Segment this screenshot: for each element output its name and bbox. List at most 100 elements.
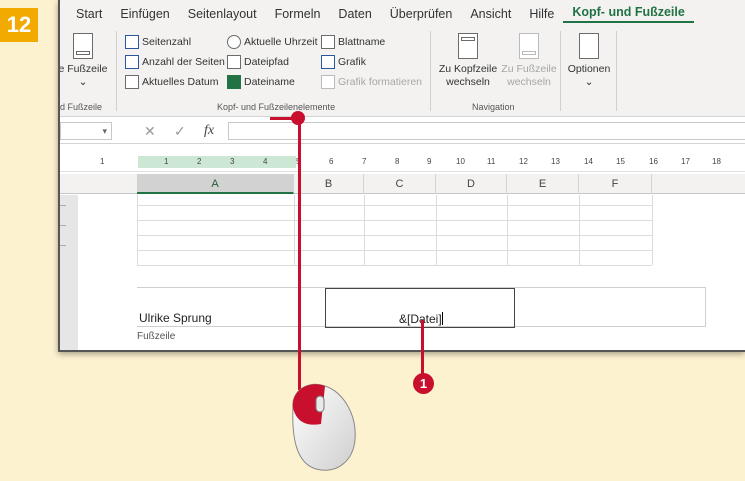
tab-hilfe[interactable]: Hilfe: [520, 7, 563, 21]
tab-einfuegen[interactable]: Einfügen: [111, 7, 178, 21]
column-headers: A B C D E F: [60, 174, 745, 194]
goto-header-button[interactable]: Zu Kopfzeile wechseln: [436, 33, 500, 89]
format-picture-label: Grafik formatieren: [338, 76, 423, 88]
tab-start[interactable]: Start: [60, 7, 111, 21]
page-number-button[interactable]: Seitenzahl: [125, 35, 191, 49]
worksheet-area: Ulrike Sprung &[Datei] Fußzeile: [60, 195, 745, 350]
tab-daten[interactable]: Daten: [329, 7, 380, 21]
column-header-e[interactable]: E: [507, 174, 579, 194]
ruler-number: 12: [519, 157, 528, 166]
gridline: [652, 195, 653, 265]
footer-page-icon: [73, 33, 93, 59]
excel-file-icon: [227, 75, 241, 89]
formula-input[interactable]: [228, 122, 745, 140]
sheet-name-button[interactable]: Blattname: [321, 35, 385, 49]
gridline: [579, 195, 580, 265]
cancel-icon[interactable]: ✕: [144, 123, 156, 140]
format-picture-button[interactable]: Grafik formatieren: [321, 75, 422, 89]
ruler-number: 15: [616, 157, 625, 166]
ruler-number: 7: [362, 157, 367, 166]
gridline: [137, 265, 652, 266]
ruler-selection-highlight: [138, 156, 296, 168]
gridline: [137, 205, 652, 206]
options-icon: [579, 33, 599, 59]
ruler-number: 1: [100, 157, 105, 166]
tab-ansicht[interactable]: Ansicht: [461, 7, 520, 21]
group-label-navigation: Navigation: [472, 102, 515, 112]
current-time-label: Aktuelle Uhrzeit: [244, 36, 318, 48]
formula-bar: ▾ ✕ ✓ fx: [60, 118, 745, 144]
goto-footer-button[interactable]: Zu Fußzeile wechseln: [500, 33, 558, 89]
page-layout-page: Ulrike Sprung &[Datei] Fußzeile: [78, 195, 745, 350]
callout-number-badge: 1: [413, 373, 434, 394]
current-date-button[interactable]: Aktuelles Datum: [125, 75, 218, 89]
ruler-number: 1: [164, 157, 169, 166]
page-number-icon: [125, 35, 139, 49]
insert-function-icon[interactable]: fx: [204, 123, 214, 139]
page-count-label: Anzahl der Seiten: [142, 56, 225, 68]
ruler-number: 14: [584, 157, 593, 166]
options-button[interactable]: Optionen ⌄: [564, 33, 614, 89]
calendar-icon: [125, 75, 139, 89]
group-label-header-footer: d Fußzeile: [60, 102, 103, 112]
footer-left-section[interactable]: Ulrike Sprung: [139, 311, 212, 325]
group-separator: [430, 31, 431, 111]
callout-line: [421, 320, 424, 374]
ruler-number: 17: [681, 157, 690, 166]
excel-window: Start Einfügen Seitenlayout Formeln Date…: [58, 0, 745, 352]
footer-dropdown-button[interactable]: e Fußzeile ⌄: [60, 33, 112, 89]
page-number-label: Seitenzahl: [142, 36, 192, 48]
step-number-badge: 12: [0, 8, 38, 42]
confirm-icon[interactable]: ✓: [174, 123, 186, 140]
footer-page-icon: [519, 33, 539, 59]
current-time-button[interactable]: Aktuelle Uhrzeit: [227, 35, 318, 49]
ruler-tick: [60, 205, 66, 206]
tab-kopf-und-fusszeile[interactable]: Kopf- und Fußzeile: [563, 5, 694, 23]
gridline: [137, 220, 652, 221]
ruler-number: 18: [712, 157, 721, 166]
ruler-tick: [60, 225, 66, 226]
file-path-label: Dateipfad: [244, 56, 289, 68]
ruler-number: 13: [551, 157, 560, 166]
tab-seitenlayout[interactable]: Seitenlayout: [179, 7, 266, 21]
chevron-down-icon: ⌄: [78, 76, 88, 88]
ruler-number: 8: [395, 157, 400, 166]
gridline: [137, 235, 652, 236]
ruler-number: 3: [230, 157, 235, 166]
page-count-button[interactable]: Anzahl der Seiten: [125, 55, 225, 69]
gridline: [364, 195, 365, 265]
gridline: [294, 195, 295, 265]
tab-formeln[interactable]: Formeln: [266, 7, 330, 21]
goto-header-label-1: Zu Kopfzeile: [438, 63, 498, 75]
ruler-number: 6: [329, 157, 334, 166]
picture-label: Grafik: [338, 56, 367, 68]
page-count-icon: [125, 55, 139, 69]
clock-icon: [227, 35, 241, 49]
picture-icon: [321, 55, 335, 69]
mouse-icon: [292, 383, 356, 471]
sheet-name-label: Blattname: [338, 36, 386, 48]
group-separator: [616, 31, 617, 111]
column-header-a[interactable]: A: [137, 174, 294, 194]
ruler-number: 2: [197, 157, 202, 166]
column-header-b[interactable]: B: [294, 174, 364, 194]
chevron-down-icon: ▾: [102, 126, 107, 136]
footer-label: Fußzeile: [137, 331, 176, 342]
footer-center-section[interactable]: &[Datei]: [325, 288, 515, 328]
annotation-line-vertical: [298, 118, 301, 390]
header-page-icon: [458, 33, 478, 59]
file-name-button[interactable]: Dateiname: [227, 75, 295, 89]
gridline: [137, 250, 652, 251]
picture-button[interactable]: Grafik: [321, 55, 366, 69]
ruler-tick: [60, 245, 66, 246]
tab-ueberpruefen[interactable]: Überprüfen: [381, 7, 462, 21]
name-box[interactable]: ▾: [60, 122, 112, 140]
goto-footer-label-1: Zu Fußzeile: [501, 63, 557, 75]
column-header-f[interactable]: F: [579, 174, 652, 194]
column-header-d[interactable]: D: [436, 174, 507, 194]
column-header-c[interactable]: C: [364, 174, 436, 194]
gridline: [436, 195, 437, 265]
gridline: [137, 195, 138, 265]
file-path-button[interactable]: Dateipfad: [227, 55, 289, 69]
annotation-dot: [291, 111, 305, 125]
